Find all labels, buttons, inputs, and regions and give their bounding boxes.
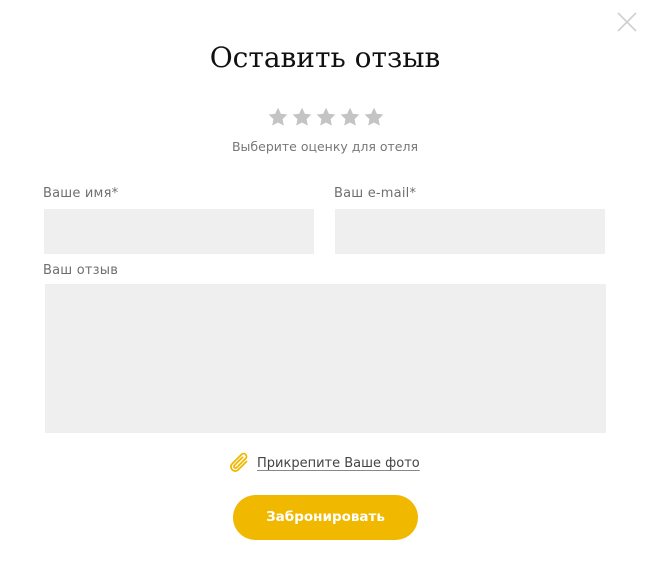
review-label: Ваш отзыв <box>43 263 119 278</box>
review-textarea[interactable] <box>45 284 606 433</box>
email-label: Ваш e-mail* <box>334 186 417 201</box>
rating-hint: Выберите оценку для отеля <box>231 139 419 154</box>
star-icon <box>316 107 336 126</box>
star-rating <box>267 106 385 130</box>
star-icon <box>340 107 360 126</box>
star-5-button[interactable] <box>363 106 385 128</box>
star-icon <box>364 107 384 126</box>
star-2-button[interactable] <box>291 106 313 128</box>
name-field[interactable] <box>44 209 314 254</box>
star-3-button[interactable] <box>315 106 337 128</box>
star-4-button[interactable] <box>339 106 361 128</box>
close-button[interactable] <box>616 11 638 33</box>
star-icon <box>268 107 288 126</box>
attach-photo-label: Прикрепите Ваше фото <box>257 455 420 471</box>
attach-photo-link[interactable]: Прикрепите Ваше фото <box>227 450 420 476</box>
close-icon <box>617 12 637 32</box>
submit-button[interactable]: Забронировать <box>233 495 418 540</box>
star-icon <box>292 107 312 126</box>
review-modal: Оставить отзыв Выберите оценку для отеля… <box>0 0 650 585</box>
modal-title: Оставить отзыв <box>209 41 441 74</box>
email-field[interactable] <box>335 209 605 254</box>
paperclip-icon <box>227 450 253 476</box>
star-1-button[interactable] <box>267 106 289 128</box>
name-label: Ваше имя* <box>43 186 119 201</box>
